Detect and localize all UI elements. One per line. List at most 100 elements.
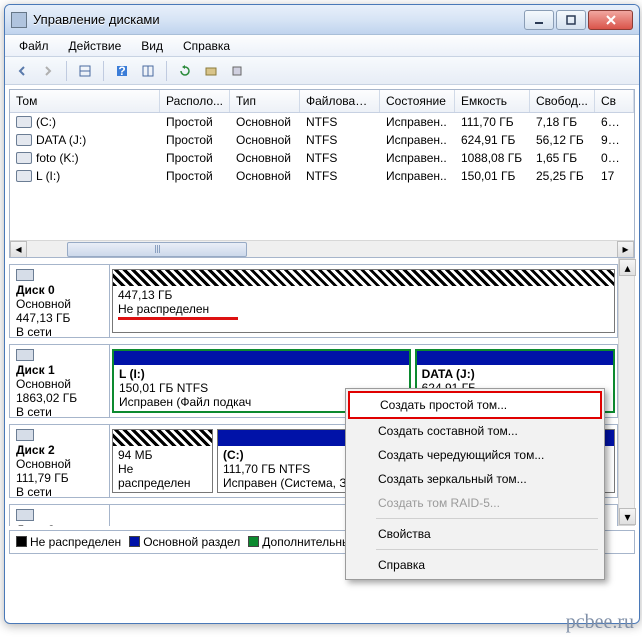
highlight-marker: [118, 317, 238, 320]
help-icon[interactable]: ?: [111, 60, 133, 82]
disk-icon: [16, 349, 34, 361]
cell-name: L (I:): [10, 168, 160, 184]
menu-view[interactable]: Вид: [133, 37, 171, 55]
disk-0-header: Диск 0 Основной 447,13 ГБ В сети: [10, 265, 110, 337]
vol-status: Не распределен: [118, 302, 609, 316]
disk-2-header: Диск 2 Основной 111,79 ГБ В сети: [10, 425, 110, 497]
scroll-down-icon[interactable]: ▾: [619, 508, 636, 525]
cell-status: Исправен..: [380, 132, 455, 148]
menubar: Файл Действие Вид Справка: [5, 35, 639, 57]
ctx-properties[interactable]: Свойства: [348, 522, 602, 546]
cell-layout: Простой: [160, 168, 230, 184]
table-row[interactable]: L (I:)ПростойОсновнойNTFSИсправен..150,0…: [10, 167, 634, 185]
cell-name: DATA (J:): [10, 132, 160, 148]
col-layout[interactable]: Располо...: [160, 90, 230, 112]
col-volume[interactable]: Том: [10, 90, 160, 112]
disk-1-size: 1863,02 ГБ: [16, 391, 103, 405]
titlebar: Управление дисками: [5, 5, 639, 35]
app-icon: [11, 12, 27, 28]
disk-v-scrollbar[interactable]: ▴ ▾: [618, 258, 635, 526]
disk-1-title: Диск 1: [16, 363, 103, 377]
menu-file[interactable]: Файл: [11, 37, 57, 55]
scroll-thumb[interactable]: [67, 242, 247, 257]
disk-1-status: В сети: [16, 405, 103, 418]
volume-list-header: Том Располо... Тип Файловая с... Состоян…: [10, 90, 634, 113]
disk-0-size: 447,13 ГБ: [16, 311, 103, 325]
rescan-icon[interactable]: [200, 60, 222, 82]
cell-type: Основной: [230, 150, 300, 166]
ctx-help[interactable]: Справка: [348, 553, 602, 577]
vol-name: DATA (J:): [422, 367, 608, 381]
back-icon[interactable]: [11, 60, 33, 82]
cell-status: Исправен..: [380, 114, 455, 130]
cell-free: 56,12 ГБ: [530, 132, 595, 148]
menu-help[interactable]: Справка: [175, 37, 238, 55]
refresh-icon[interactable]: [174, 60, 196, 82]
ctx-new-mirrored-volume[interactable]: Создать зеркальный том...: [348, 467, 602, 491]
svg-text:?: ?: [118, 64, 125, 78]
scroll-right-icon[interactable]: ▸: [617, 241, 634, 258]
minimize-button[interactable]: [524, 10, 554, 30]
ctx-new-striped-volume[interactable]: Создать чередующийся том...: [348, 443, 602, 467]
cell-pct: 0 %: [595, 150, 625, 166]
menu-action[interactable]: Действие: [61, 37, 130, 55]
disk-2-title: Диск 2: [16, 443, 103, 457]
drive-icon: [16, 134, 32, 146]
table-row[interactable]: (C:)ПростойОсновнойNTFSИсправен..111,70 …: [10, 113, 634, 131]
scroll-left-icon[interactable]: ◂: [10, 241, 27, 258]
cell-type: Основной: [230, 114, 300, 130]
forward-icon[interactable]: [37, 60, 59, 82]
col-pct[interactable]: Св: [595, 90, 634, 112]
cell-layout: Простой: [160, 114, 230, 130]
disk-0-unallocated[interactable]: 447,13 ГБ Не распределен: [112, 269, 615, 333]
watermark: pcbee.ru: [566, 611, 634, 634]
scroll-up-icon[interactable]: ▴: [619, 259, 636, 276]
disk-icon: [16, 509, 34, 521]
ctx-new-spanned-volume[interactable]: Создать составной том...: [348, 419, 602, 443]
col-status[interactable]: Состояние: [380, 90, 455, 112]
vol-name: L (I:): [119, 367, 404, 381]
vol-status: Не распределен: [118, 462, 207, 490]
col-type[interactable]: Тип: [230, 90, 300, 112]
col-fs[interactable]: Файловая с...: [300, 90, 380, 112]
cell-pct: 6 %: [595, 114, 625, 130]
disk-icon: [16, 269, 34, 281]
list-h-scrollbar[interactable]: ◂ ▸: [10, 240, 634, 257]
cell-cap: 150,01 ГБ: [455, 168, 530, 184]
toolbar: ?: [5, 57, 639, 85]
view-icon[interactable]: [74, 60, 96, 82]
legend-primary: Основной раздел: [129, 535, 240, 549]
drive-icon: [16, 116, 32, 128]
col-free[interactable]: Свобод...: [530, 90, 595, 112]
table-row[interactable]: DATA (J:)ПростойОсновнойNTFSИсправен..62…: [10, 131, 634, 149]
disk-0-panel[interactable]: Диск 0 Основной 447,13 ГБ В сети 447,13 …: [9, 264, 618, 338]
cell-layout: Простой: [160, 150, 230, 166]
cell-layout: Простой: [160, 132, 230, 148]
ctx-new-simple-volume[interactable]: Создать простой том...: [348, 391, 602, 419]
drive-icon: [16, 152, 32, 164]
table-row[interactable]: foto (K:)ПростойОсновнойNTFSИсправен..10…: [10, 149, 634, 167]
cell-free: 7,18 ГБ: [530, 114, 595, 130]
context-menu: Создать простой том... Создать составной…: [345, 388, 605, 580]
disk-2-size: 111,79 ГБ: [16, 471, 103, 485]
cell-fs: NTFS: [300, 150, 380, 166]
col-capacity[interactable]: Емкость: [455, 90, 530, 112]
disk-1-type: Основной: [16, 377, 103, 391]
disk-2-unallocated[interactable]: 94 МБ Не распределен: [112, 429, 213, 493]
settings-icon[interactable]: [226, 60, 248, 82]
cell-pct: 9 %: [595, 132, 625, 148]
disk-0-status: В сети: [16, 325, 103, 338]
disk-0-type: Основной: [16, 297, 103, 311]
vol-size: 94 МБ: [118, 448, 207, 462]
close-button[interactable]: [588, 10, 633, 30]
disk-2-type: Основной: [16, 457, 103, 471]
layout-icon[interactable]: [137, 60, 159, 82]
ctx-new-raid5-volume: Создать том RAID-5...: [348, 491, 602, 515]
content-area: Том Располо... Тип Файловая с... Состоян…: [5, 85, 639, 558]
cell-name: foto (K:): [10, 150, 160, 166]
volume-list: Том Располо... Тип Файловая с... Состоян…: [9, 89, 635, 258]
maximize-button[interactable]: [556, 10, 586, 30]
cell-cap: 624,91 ГБ: [455, 132, 530, 148]
disk-icon: [16, 429, 34, 441]
vol-size: 447,13 ГБ: [118, 288, 609, 302]
